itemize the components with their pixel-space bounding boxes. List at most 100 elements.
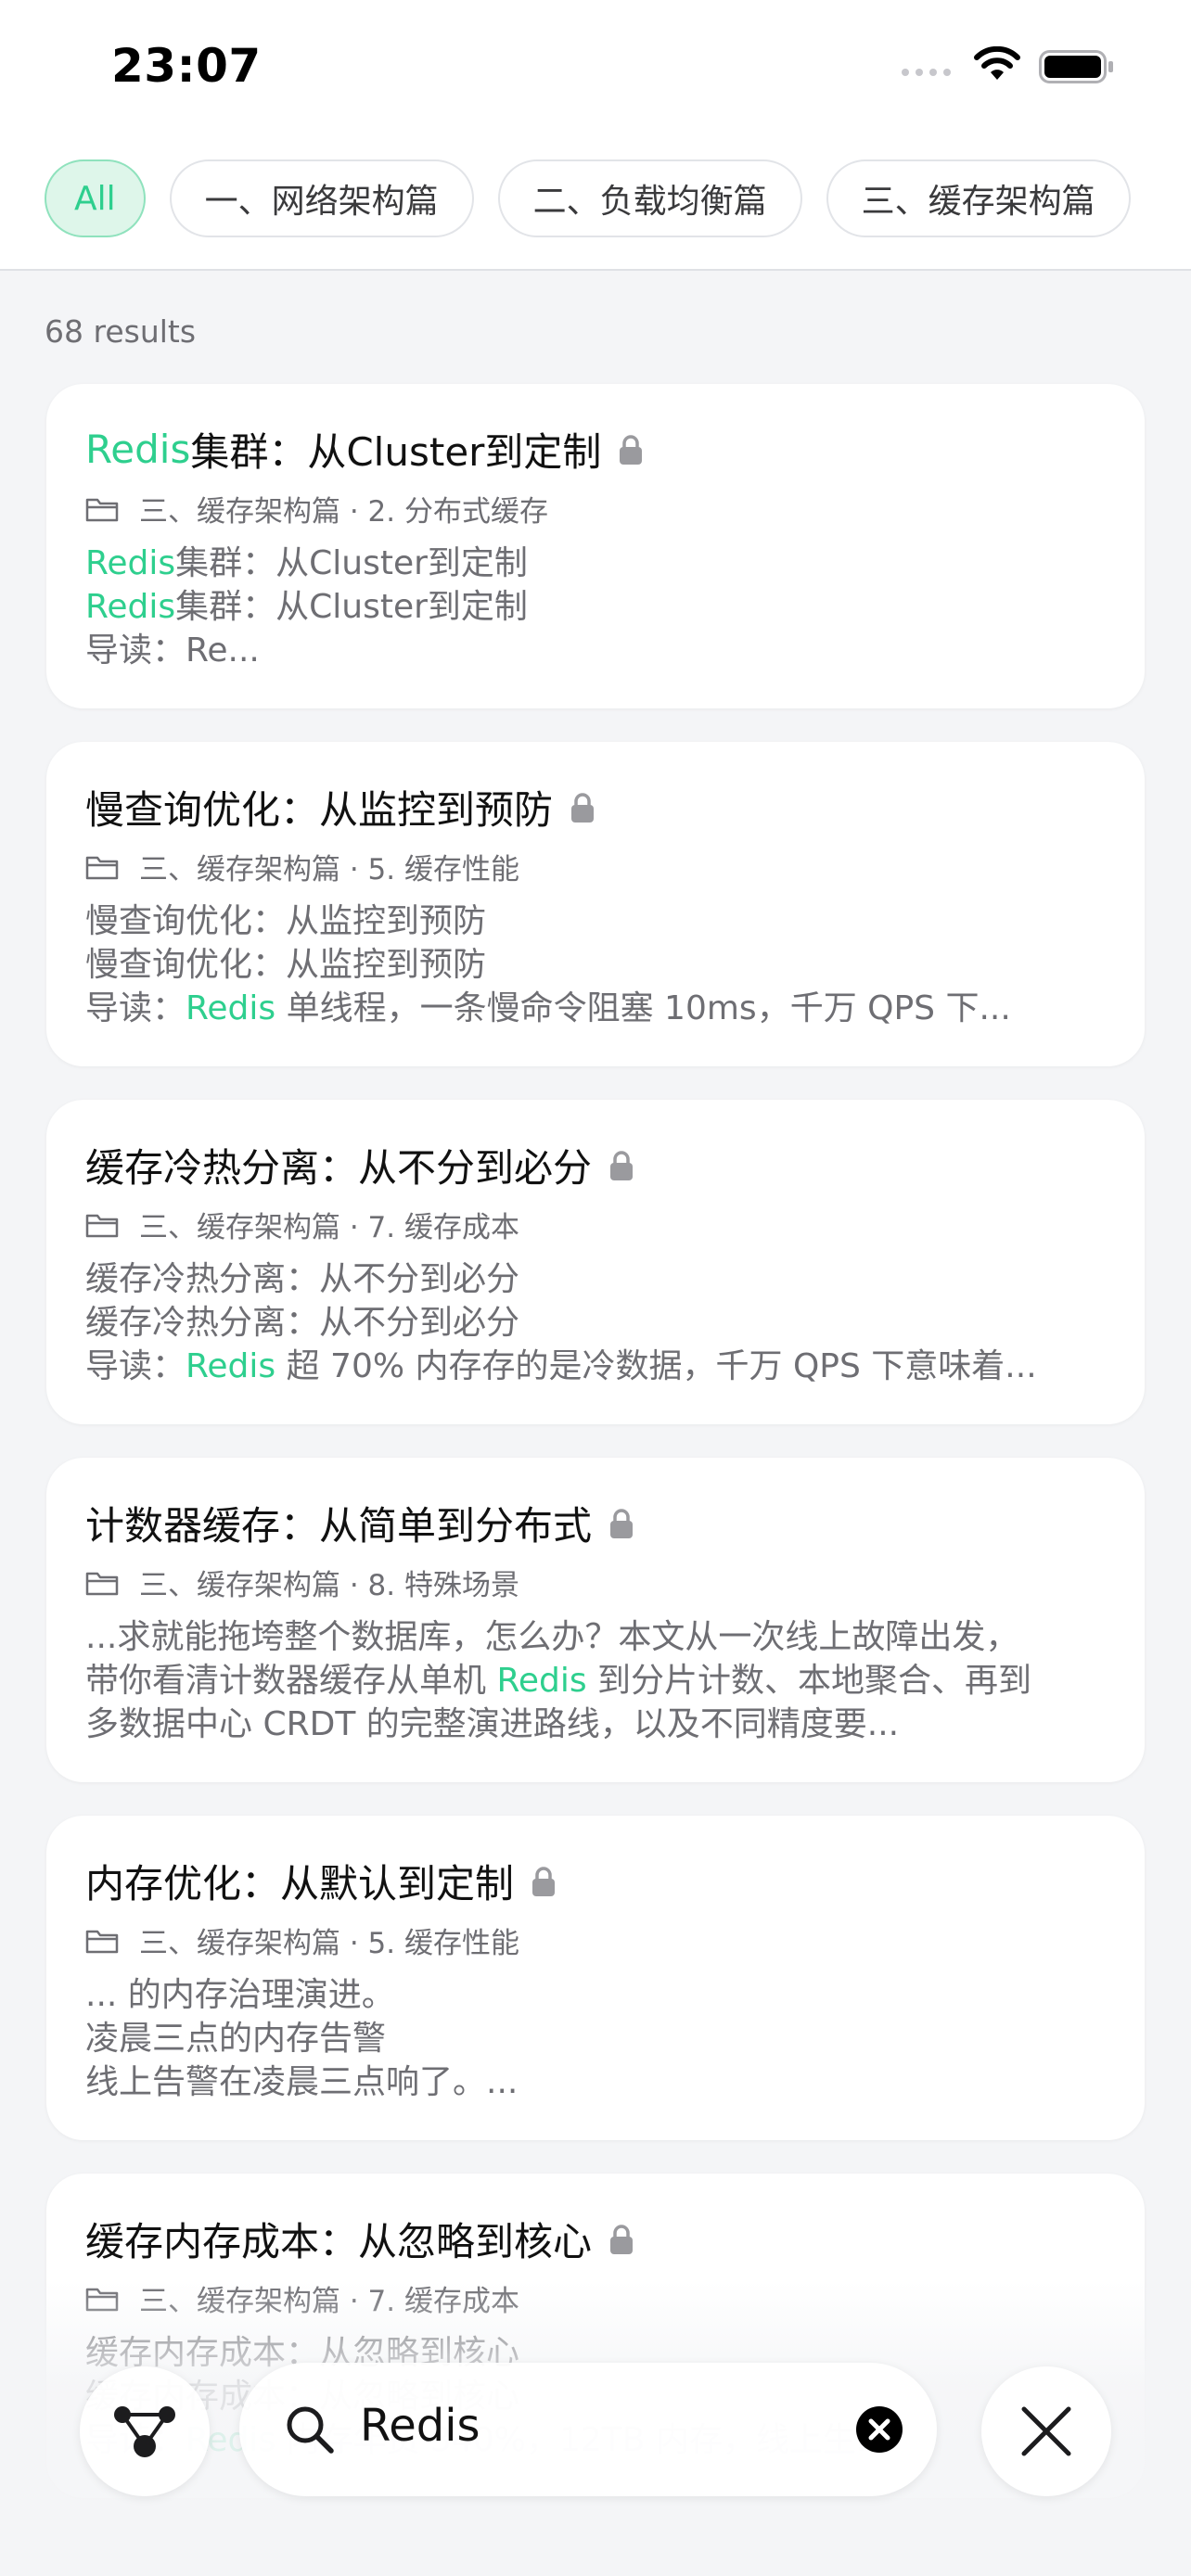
snippet-line: Redis集群：从Cluster到定制 — [85, 585, 1115, 629]
result-snippet: Redis集群：从Cluster到定制 Redis集群：从Cluster到定制 导读… — [85, 542, 1115, 672]
text-segment: 导读：Re... — [85, 631, 260, 670]
snippet-line: 凌晨三点的内存告警 — [85, 2017, 1115, 2060]
folder-icon — [85, 498, 119, 521]
lock-icon — [532, 1866, 556, 1896]
result-snippet: ...求就能拖垮整个数据库，怎么办？本文从一次线上故障出发， 带你看清计数器缓存从… — [85, 1615, 1115, 1746]
snippet-line: 导读：Redis 超 70% 内存存的是冷数据，千万 QPS 下意味着... — [85, 1345, 1115, 1388]
text-segment: 缓存内存成本：从忽略到核心 — [85, 2219, 593, 2264]
snippet-line: 带你看清计数器缓存从单机 Redis 到分片计数、本地聚合、再到 — [85, 1659, 1115, 1702]
text-segment: 带你看清计数器缓存从单机 — [85, 1662, 497, 1700]
text-segment: ... 的内存治理演进。 — [85, 1976, 395, 2014]
result-snippet: 缓存冷热分离：从不分到必分 缓存冷热分离：从不分到必分 导读：Redis 超 70%… — [85, 1257, 1115, 1388]
text-segment: 缓存冷热分离：从不分到必分 — [85, 1304, 520, 1342]
text-segment: 内存优化：从默认到定制 — [85, 1861, 515, 1906]
result-title: Redis 集群：从Cluster到定制 — [85, 421, 644, 478]
text-segment: 缓存冷热分离：从不分到必分 — [85, 1145, 593, 1191]
status-time: 23:07 — [111, 39, 262, 93]
result-category-path: 三、缓存架构篇 · 5. 缓存性能 — [139, 1927, 519, 1960]
snippet-line: 多数据中心 CRDT 的完整演进路线，以及不同精度要... — [85, 1702, 1115, 1746]
text-segment: 缓存冷热分离：从不分到必分 — [85, 1260, 520, 1298]
snippet-line: 缓存冷热分离：从不分到必分 — [85, 1301, 1115, 1345]
result-meta: 三、缓存架构篇 · 5. 缓存性能 — [85, 846, 519, 887]
result-card[interactable]: 慢查询优化：从监控到预防 三、缓存架构篇 · 5. 缓存性能 慢查询优化：从监控到预… — [46, 742, 1145, 1066]
text-segment: 慢查询优化：从监控到预防 — [85, 902, 487, 940]
result-category-path: 三、缓存架构篇 · 8. 特殊场景 — [139, 1569, 519, 1602]
result-category-path: 三、缓存架构篇 · 5. 缓存性能 — [139, 853, 519, 886]
result-category-path: 三、缓存架构篇 · 2. 分布式缓存 — [139, 495, 548, 529]
snippet-line: 慢查询优化：从监控到预防 — [85, 899, 1115, 943]
result-category-path: 三、缓存架构篇 · 7. 缓存成本 — [139, 1211, 519, 1244]
lock-icon — [610, 2224, 634, 2254]
result-meta: 三、缓存架构篇 · 5. 缓存性能 — [85, 1919, 519, 1961]
text-segment: 集群：从Cluster到定制 — [190, 429, 602, 475]
result-title: 慢查询优化：从监控到预防 — [85, 779, 596, 835]
text-segment: 慢查询优化：从监控到预防 — [85, 787, 554, 833]
highlighted-keyword: Redis — [85, 544, 176, 582]
result-meta: 三、缓存架构篇 · 7. 缓存成本 — [85, 1204, 519, 1245]
search-bar[interactable]: Redis — [239, 2363, 937, 2496]
text-segment: 多数据中心 CRDT 的完整演进路线，以及不同精度要... — [85, 1705, 900, 1743]
result-card[interactable]: 计数器缓存：从简单到分布式三、缓存架构篇 · 8. 特殊场景 ...求就能拖垮整个… — [46, 1458, 1145, 1782]
snippet-line: 导读：Redis 单线程，一条慢命令阻塞 10ms，千万 QPS 下... — [85, 987, 1115, 1030]
lock-icon — [610, 1150, 634, 1180]
folder-icon — [85, 1572, 119, 1595]
highlighted-keyword: Redis — [186, 989, 276, 1027]
lock-icon — [571, 792, 595, 823]
close-search-button[interactable] — [981, 2366, 1111, 2496]
result-snippet: 慢查询优化：从监控到预防 慢查询优化：从监控到预防 导读：Redis 单线程，一条慢… — [85, 899, 1115, 1030]
text-segment: 导读： — [85, 989, 186, 1027]
snippet-line: 导读：Re... — [85, 629, 1115, 672]
folder-icon — [85, 1930, 119, 1953]
text-segment: 集群：从Cluster到定制 — [175, 588, 528, 626]
snippet-line: ... 的内存治理演进。 — [85, 1973, 1115, 2017]
lock-icon — [610, 1508, 634, 1538]
highlighted-keyword: Redis — [85, 427, 191, 472]
filter-chip-network[interactable]: 一、网络架构篇 — [169, 159, 474, 237]
result-title: 缓存内存成本：从忽略到核心 — [85, 2211, 634, 2267]
text-segment: 计数器缓存：从简单到分布式 — [85, 1503, 593, 1549]
filter-chip-cache[interactable]: 三、缓存架构篇 — [826, 159, 1131, 237]
status-bar: 23:07 — [0, 0, 1191, 139]
result-snippet: ... 的内存治理演进。 凌晨三点的内存告警线上告警在凌晨三点响了。... — [85, 1973, 1115, 2104]
clear-search-icon[interactable] — [855, 2405, 903, 2454]
search-input[interactable]: Redis — [360, 2400, 480, 2452]
highlighted-keyword: Redis — [186, 1347, 276, 1385]
folder-icon — [85, 856, 119, 879]
cellular-signal-icon — [902, 69, 951, 76]
result-card[interactable]: 内存优化：从默认到定制三、缓存架构篇 · 5. 缓存性能 ... 的内存治理演进。… — [46, 1816, 1145, 2140]
folder-icon — [85, 1214, 119, 1237]
text-segment: 线上告警在凌晨三点响了。... — [85, 2063, 519, 2101]
highlighted-keyword: Redis — [85, 588, 176, 626]
snippet-line: ...求就能拖垮整个数据库，怎么办？本文从一次线上故障出发， — [85, 1615, 1115, 1659]
result-card[interactable]: Redis 集群：从Cluster到定制 三、缓存架构篇 · 2. 分布式缓存 Red… — [46, 384, 1145, 708]
text-segment: 超 70% 内存存的是冷数据，千万 QPS 下意味着... — [275, 1347, 1037, 1385]
lock-icon — [620, 434, 643, 465]
close-icon — [1021, 2406, 1071, 2456]
result-title: 内存优化：从默认到定制 — [85, 1853, 557, 1909]
text-segment: 慢查询优化：从监控到预防 — [85, 946, 487, 984]
graph-view-button[interactable] — [80, 2366, 210, 2496]
result-card[interactable]: 缓存冷热分离：从不分到必分 三、缓存架构篇 · 7. 缓存成本 缓存冷热分离：从不分… — [46, 1100, 1145, 1424]
snippet-line: 线上告警在凌晨三点响了。... — [85, 2060, 1115, 2104]
text-segment: 凌晨三点的内存告警 — [85, 2020, 387, 2058]
filter-chip-load-balancing[interactable]: 二、负载均衡篇 — [497, 159, 802, 237]
snippet-line: Redis集群：从Cluster到定制 — [85, 542, 1115, 585]
result-meta: 三、缓存架构篇 · 8. 特殊场景 — [85, 1562, 519, 1603]
graph-icon — [114, 2406, 175, 2457]
snippet-line: 慢查询优化：从监控到预防 — [85, 943, 1115, 987]
text-segment: 导读： — [85, 1347, 186, 1385]
result-title: 缓存冷热分离：从不分到必分 — [85, 1137, 634, 1193]
text-segment: 集群：从Cluster到定制 — [175, 544, 528, 582]
highlighted-keyword: Redis — [496, 1662, 587, 1700]
text-segment: ...求就能拖垮整个数据库，怎么办？本文从一次线上故障出发， — [85, 1618, 1019, 1656]
filter-chip-all[interactable]: All — [45, 159, 146, 237]
results-count: 68 results — [45, 313, 197, 350]
text-segment: 到分片计数、本地聚合、再到 — [586, 1662, 1032, 1700]
category-filter-bar: All 一、网络架构篇 二、负载均衡篇 三、缓存架构篇 — [0, 139, 1191, 271]
search-icon — [287, 2406, 334, 2454]
snippet-line: 缓存冷热分离：从不分到必分 — [85, 1257, 1115, 1301]
text-segment: 单线程，一条慢命令阻塞 10ms，千万 QPS 下... — [275, 989, 1011, 1027]
wifi-icon — [974, 46, 1020, 80]
battery-icon — [1039, 50, 1113, 83]
result-meta: 三、缓存架构篇 · 2. 分布式缓存 — [85, 488, 548, 529]
